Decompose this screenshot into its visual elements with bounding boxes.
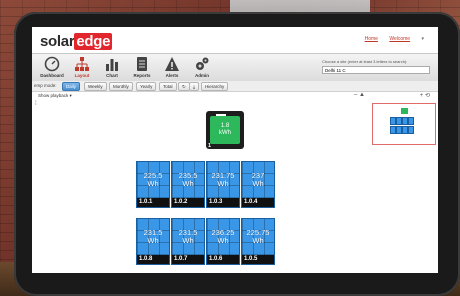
panel-id: 1.0.5 [242, 255, 274, 264]
panel-tile[interactable]: 236.25 Wh 1.0.6 [206, 218, 240, 265]
chevron-down-icon[interactable]: ▾ [421, 36, 424, 42]
site-search-label: Choose a site (enter at least 3 letters … [322, 59, 408, 64]
bar-chart-icon [106, 59, 118, 71]
zoom-out-icon[interactable]: – ▲ [354, 92, 365, 98]
zoom-in-icon[interactable]: + ⟲ [420, 92, 430, 99]
panel-tile[interactable]: 225.5 Wh 1.0.1 [136, 161, 170, 208]
nav-chart[interactable]: Chart [98, 56, 126, 78]
show-playback-toggle[interactable]: Show playback ▾ [38, 93, 72, 99]
minimap-panel [408, 126, 414, 134]
gears-icon [196, 57, 209, 70]
inverter-energy-value: 1.8 [220, 123, 230, 129]
panel-tile[interactable]: 231.75 Wh 1.0.3 [206, 161, 240, 208]
home-link[interactable]: Home [365, 36, 378, 42]
tablet-screen: solar edge Home Welcome ▾ Dashboard Layou… [32, 27, 438, 273]
minimap-panel [408, 117, 414, 125]
inverter[interactable]: 1.8 kWh 1 [206, 111, 244, 149]
top-links: Home Welcome ▾ [355, 36, 424, 42]
time-mode-toolbar: emp mode: Daily Weekly Monthly Yearly To… [32, 81, 438, 92]
panel-id: 1.0.2 [172, 198, 204, 207]
export-icon[interactable]: ⤓ [189, 82, 199, 91]
inverter-energy-unit: kWh [219, 130, 231, 136]
report-icon [137, 57, 147, 71]
gauge-icon [44, 56, 60, 72]
panel-tile[interactable]: 237 Wh 1.0.4 [241, 161, 275, 208]
site-search-input[interactable]: Delhi 11 C [322, 66, 430, 74]
sitemap-icon [75, 57, 89, 71]
layout-minimap[interactable] [372, 103, 436, 145]
nav-admin[interactable]: Admin [188, 56, 216, 78]
panel-id: 1.0.6 [207, 255, 239, 264]
pan-handle-icon[interactable]: ⁞ [35, 101, 37, 107]
nav-alerts[interactable]: Alerts [158, 56, 186, 78]
playback-row: Show playback ▾ – ▲ + ⟲ [32, 92, 438, 100]
weekly-button[interactable]: Weekly [84, 82, 107, 91]
panel-tile[interactable]: 235.5 Wh 1.0.2 [171, 161, 205, 208]
welcome-link[interactable]: Welcome [389, 36, 410, 42]
nav-reports[interactable]: Reports [128, 56, 156, 78]
time-mode-label: emp mode: [34, 83, 57, 88]
panel-id: 1.0.8 [137, 255, 169, 264]
nav-dashboard[interactable]: Dashboard [38, 56, 66, 78]
total-button[interactable]: Total [159, 82, 177, 91]
panel-id: 1.0.7 [172, 255, 204, 264]
solaredge-logo: solar edge [40, 33, 113, 50]
daily-button[interactable]: Daily [62, 82, 81, 91]
nav-layout[interactable]: Layout [68, 56, 96, 78]
monthly-button[interactable]: Monthly [109, 82, 133, 91]
inverter-display: 1.8 kWh [210, 116, 240, 144]
inverter-id: 1 [208, 143, 212, 149]
main-nav: Dashboard Layout Chart Reports Alerts Ad… [32, 53, 438, 82]
panel-tile[interactable]: 225.75 Wh 1.0.5 [241, 218, 275, 265]
refresh-icon[interactable]: ↻ [178, 82, 190, 91]
minimap-inverter [401, 108, 408, 114]
yearly-button[interactable]: Yearly [136, 82, 157, 91]
panel-tile[interactable]: 231.5 Wh 1.0.8 [136, 218, 170, 265]
panel-id: 1.0.3 [207, 198, 239, 207]
panel-tile[interactable]: 231.5 Wh 1.0.7 [171, 218, 205, 265]
warning-icon [165, 57, 179, 71]
hierarchy-button[interactable]: Hierarchy [201, 82, 229, 91]
panel-id: 1.0.1 [137, 198, 169, 207]
panel-id: 1.0.4 [242, 198, 274, 207]
